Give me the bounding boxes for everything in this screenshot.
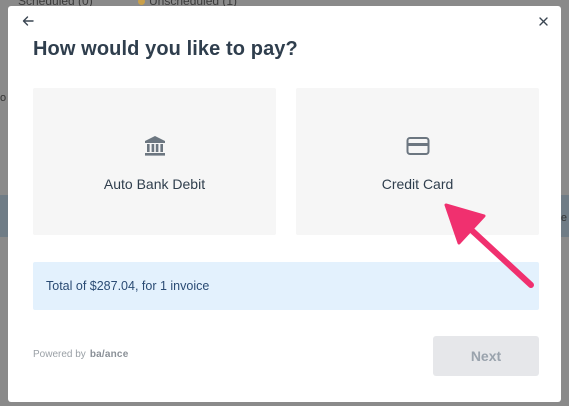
payment-method-dialog: How would you like to pay? Auto Bank Deb… bbox=[8, 6, 561, 402]
background-strip bbox=[0, 195, 8, 237]
credit-card-icon bbox=[406, 134, 430, 158]
option-auto-bank-debit[interactable]: Auto Bank Debit bbox=[33, 88, 276, 235]
bank-icon bbox=[144, 134, 166, 158]
option-credit-card[interactable]: Credit Card bbox=[296, 88, 539, 235]
close-button[interactable] bbox=[535, 13, 551, 29]
close-icon bbox=[538, 16, 548, 26]
option-label: Auto Bank Debit bbox=[103, 176, 206, 192]
background-side-text: e bbox=[560, 212, 567, 224]
total-summary: Total of $287.04, for 1 invoice bbox=[33, 262, 539, 310]
powered-by-label: Powered by bbox=[33, 349, 86, 360]
background-side-text: o bbox=[0, 92, 7, 104]
powered-by: Powered by ba/ance bbox=[33, 349, 128, 360]
option-label: Credit Card bbox=[381, 176, 454, 192]
arrow-left-icon bbox=[22, 16, 34, 26]
total-text: Total of $287.04, for 1 invoice bbox=[46, 279, 210, 293]
back-button[interactable] bbox=[19, 12, 37, 30]
status-dot-icon bbox=[138, 0, 145, 5]
balance-logo: ba/ance bbox=[89, 349, 129, 360]
next-button[interactable]: Next bbox=[433, 336, 539, 376]
dialog-title: How would you like to pay? bbox=[33, 38, 298, 60]
